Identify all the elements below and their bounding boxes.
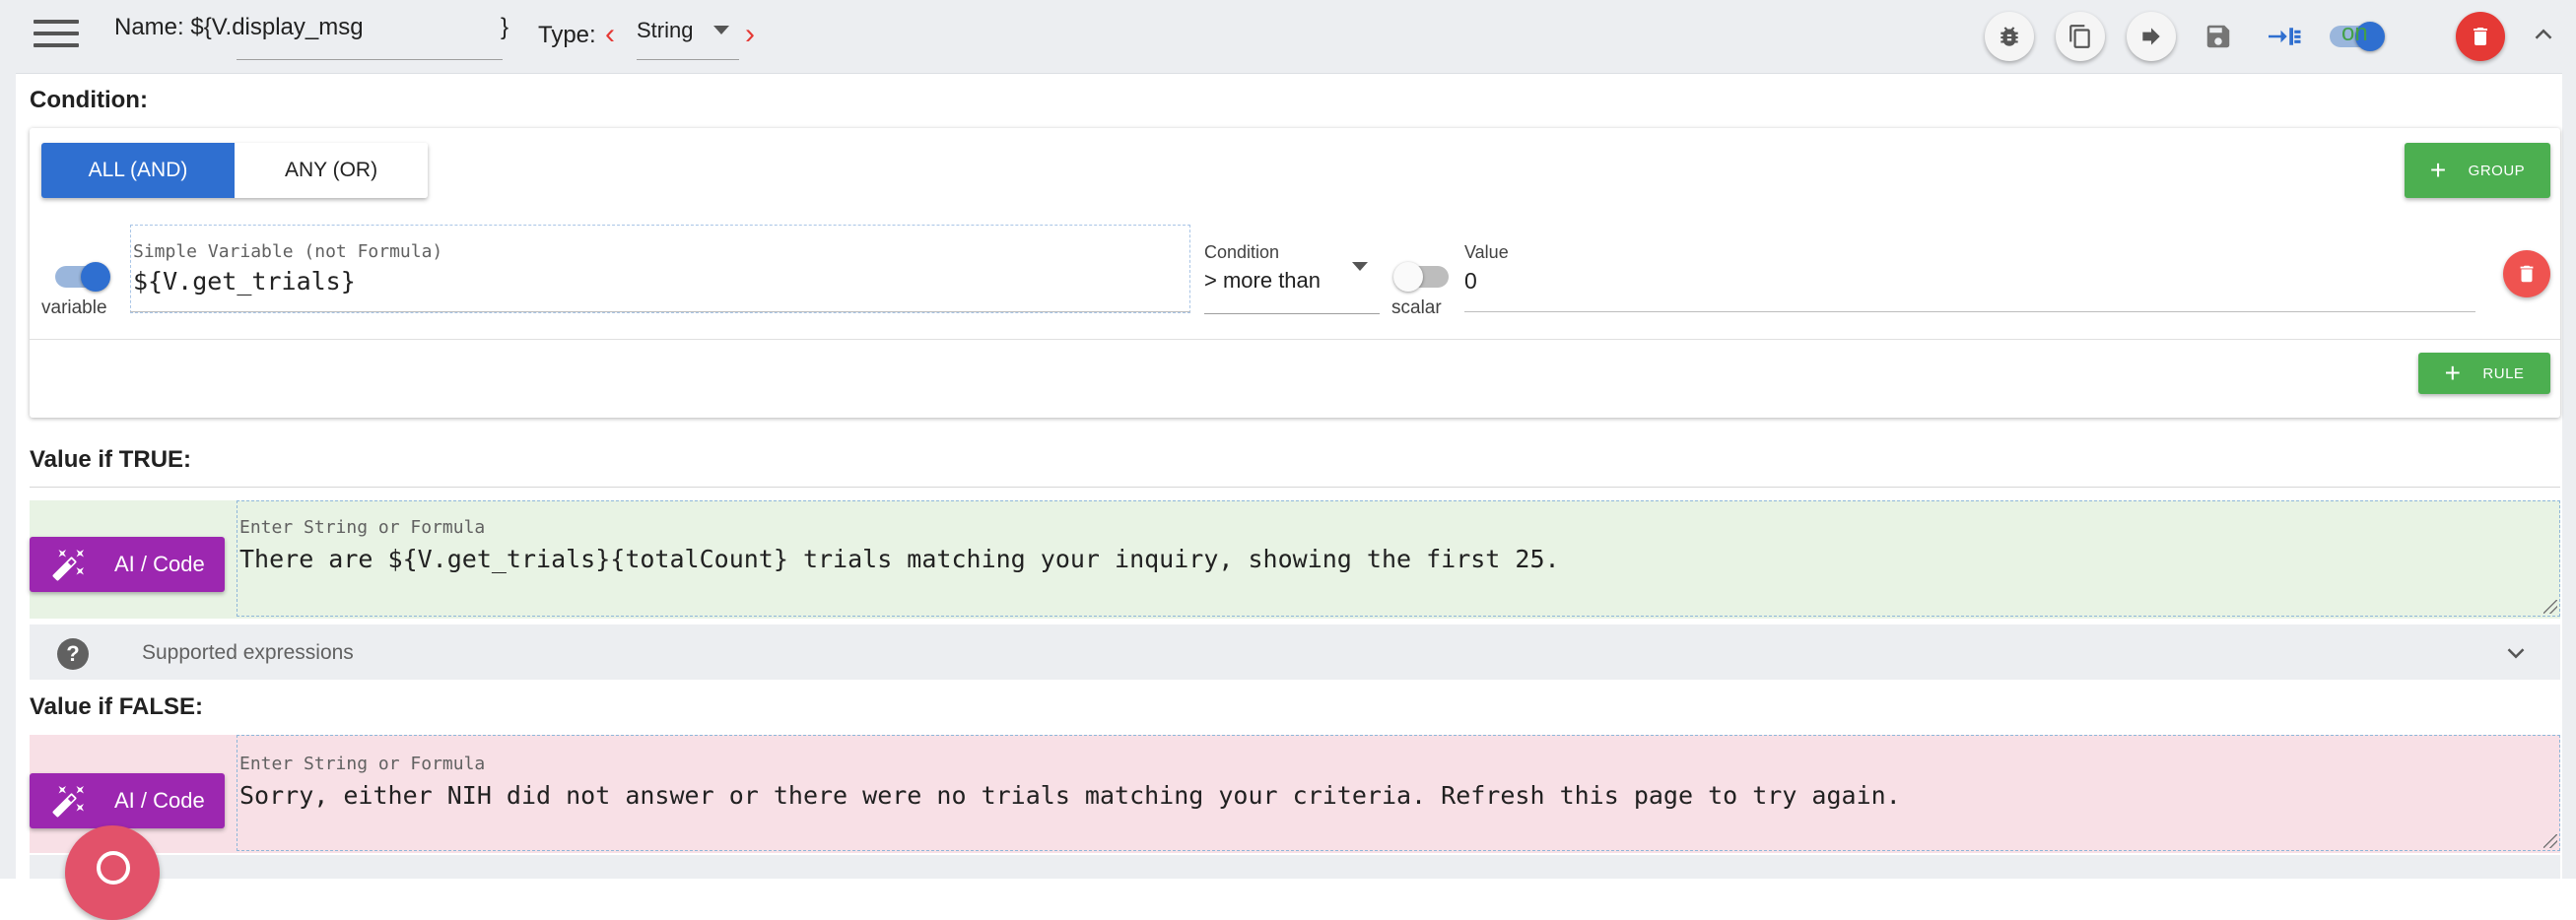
false-field-value: Sorry, either NIH did not answer or ther…: [239, 781, 1901, 810]
value-field-label: Value: [1464, 242, 1509, 262]
rule-divider: [30, 339, 2560, 340]
variable-field-value: ${V.get_trials}: [133, 267, 356, 296]
variable-underline: [130, 311, 1190, 312]
chevron-down-icon: [713, 26, 729, 34]
variable-field[interactable]: Simple Variable (not Formula) ${V.get_tr…: [130, 225, 1190, 313]
resize-grip-icon[interactable]: [2543, 834, 2557, 848]
help-icon: ?: [57, 638, 89, 670]
false-formula-field[interactable]: Enter String or Formula Sorry, either NI…: [237, 735, 2560, 851]
false-heading: Value if FALSE:: [30, 693, 204, 720]
condition-heading: Condition:: [30, 87, 148, 113]
magic-wand-icon: [52, 786, 84, 818]
mode-all-button[interactable]: ALL (AND): [41, 143, 235, 198]
chevron-up-icon[interactable]: [2529, 20, 2558, 54]
true-formula-field[interactable]: Enter String or Formula There are ${V.ge…: [237, 500, 2560, 617]
delete-icon[interactable]: [2456, 12, 2505, 61]
supported-expressions-row[interactable]: [30, 624, 2560, 680]
search-fab[interactable]: [65, 825, 160, 920]
chevron-down-icon[interactable]: [2501, 638, 2531, 673]
true-divider: [30, 487, 2560, 488]
true-ai-code-label: AI / Code: [114, 552, 205, 576]
copy-icon[interactable]: [2056, 12, 2105, 61]
left-edge: [0, 0, 16, 879]
variable-toggle-label: variable: [41, 297, 107, 318]
false-ai-code-label: AI / Code: [114, 788, 205, 813]
supported-expressions-label: Supported expressions: [142, 641, 354, 664]
chevron-down-icon: [1352, 262, 1368, 271]
true-field-hint: Enter String or Formula: [239, 517, 486, 538]
false-expressions-row: [30, 855, 2560, 879]
plus-icon: +: [2429, 155, 2447, 185]
mode-toggle: ALL (AND) ANY (OR): [41, 143, 428, 198]
name-underline: [237, 59, 503, 60]
true-field-value: There are ${V.get_trials}{totalCount} tr…: [239, 545, 1560, 573]
condition-select-value: > more than: [1204, 268, 1322, 293]
mode-any-button[interactable]: ANY (OR): [235, 143, 428, 198]
add-group-button[interactable]: + GROUP: [2405, 143, 2550, 198]
false-field-hint: Enter String or Formula: [239, 754, 486, 774]
type-select[interactable]: String: [637, 16, 739, 60]
delete-rule-icon[interactable]: [2503, 250, 2550, 297]
search-icon: [97, 851, 130, 885]
menu-icon[interactable]: [34, 20, 79, 49]
name-close-brace: }: [501, 14, 509, 40]
resize-grip-icon[interactable]: [2543, 600, 2557, 614]
condition-select-label: Condition: [1204, 242, 1280, 262]
true-heading: Value if TRUE:: [30, 446, 192, 473]
variable-field-hint: Simple Variable (not Formula): [133, 241, 443, 262]
value-field[interactable]: Value 0: [1464, 238, 2475, 312]
save-icon[interactable]: [2194, 12, 2243, 61]
chevron-left-icon[interactable]: ‹: [605, 20, 615, 49]
add-rule-button[interactable]: + RULE: [2418, 353, 2550, 394]
true-ai-code-button[interactable]: AI / Code: [30, 537, 225, 592]
type-value: String: [637, 18, 694, 42]
variable-toggle[interactable]: [55, 262, 110, 292]
scalar-toggle[interactable]: [1393, 262, 1449, 292]
right-edge: [2562, 0, 2576, 879]
add-group-label: GROUP: [2468, 162, 2526, 179]
plus-icon: +: [2444, 358, 2462, 388]
enabled-label: on: [2341, 20, 2368, 46]
bug-icon[interactable]: [1985, 12, 2034, 61]
indent-icon[interactable]: [2259, 12, 2308, 61]
add-rule-label: RULE: [2482, 364, 2525, 382]
condition-select[interactable]: Condition > more than: [1204, 238, 1380, 314]
chevron-right-icon[interactable]: ›: [745, 20, 755, 49]
forward-arrow-icon[interactable]: [2127, 12, 2176, 61]
false-ai-code-button[interactable]: AI / Code: [30, 773, 225, 828]
name-field[interactable]: Name: ${V.display_msg: [114, 14, 364, 41]
magic-wand-icon: [52, 550, 84, 581]
value-field-value: 0: [1464, 268, 1477, 294]
type-label: Type:: [538, 22, 596, 48]
top-toolbar: [16, 0, 2562, 74]
scalar-toggle-label: scalar: [1391, 297, 1442, 318]
